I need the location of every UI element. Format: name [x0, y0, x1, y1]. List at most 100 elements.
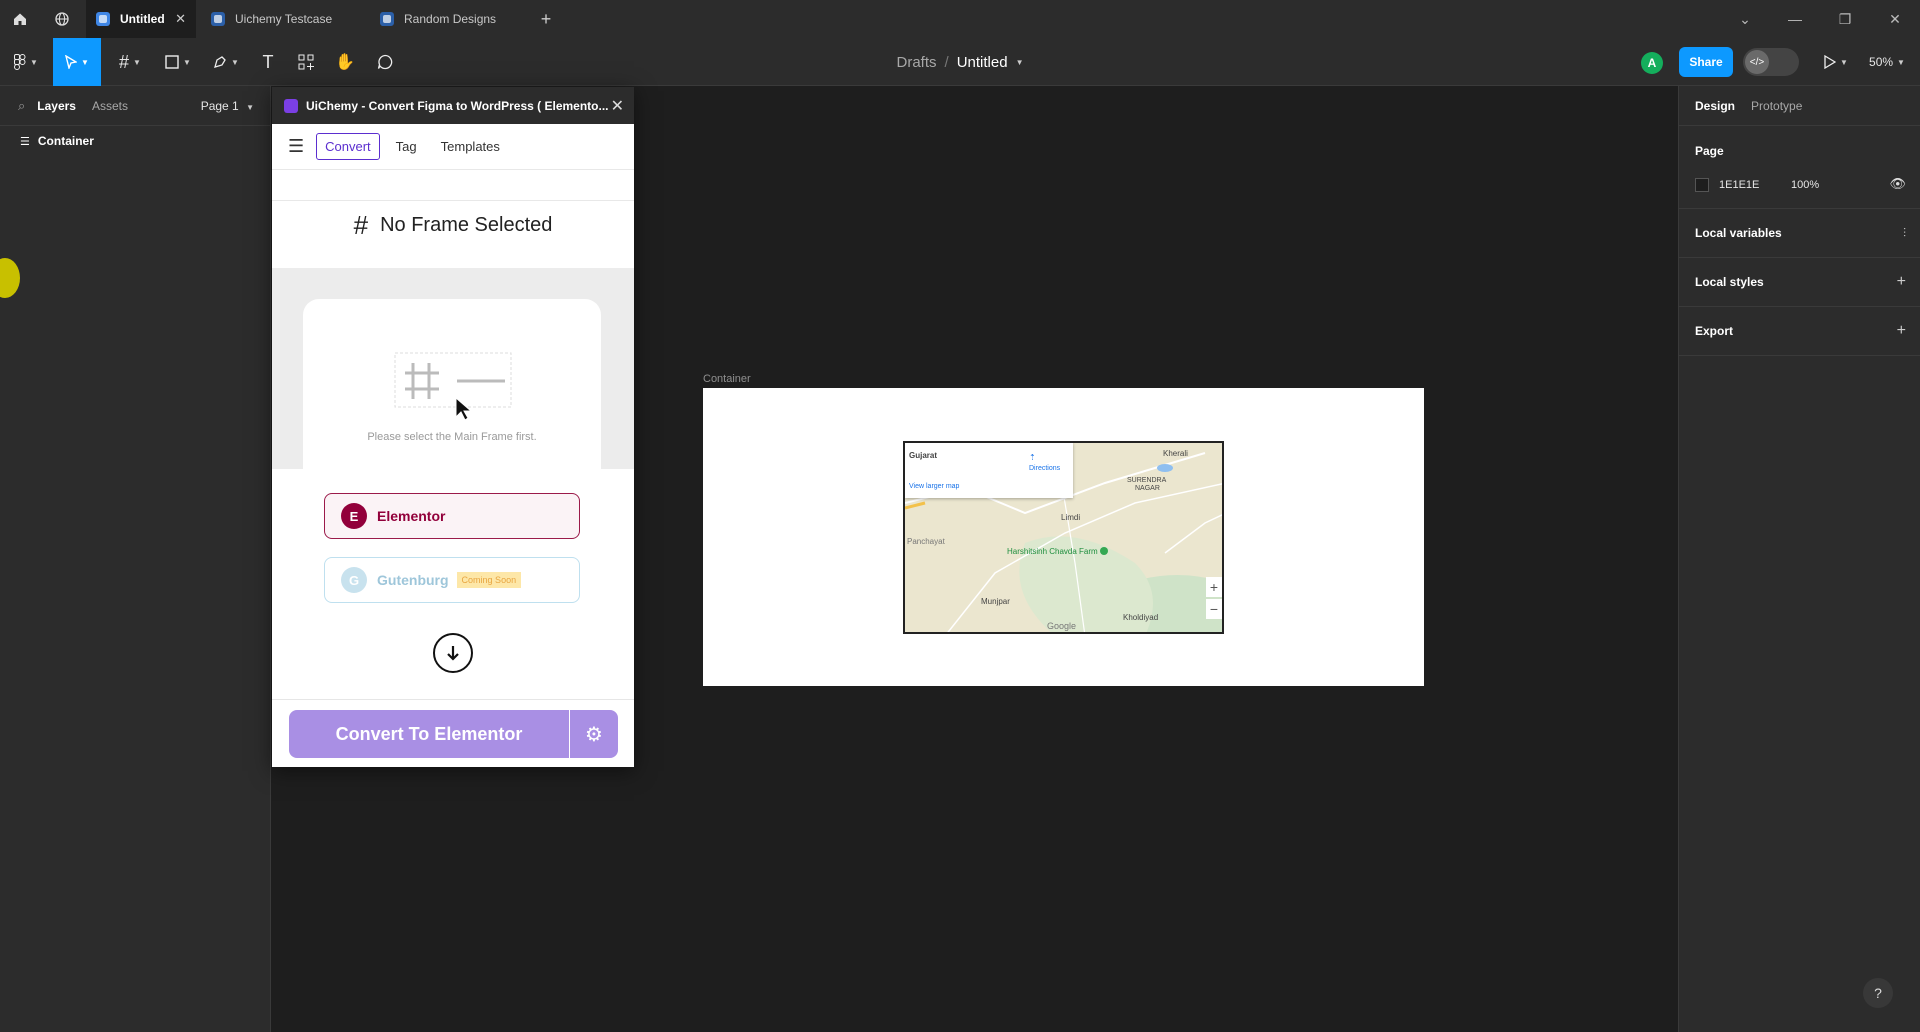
directions-icon[interactable]: ⇡	[1029, 453, 1036, 462]
left-panel-tabs: ⌕ Layers Assets Page 1 ▼	[0, 86, 270, 126]
convert-to-elementor-button[interactable]: Convert To Elementor	[289, 710, 569, 758]
tab-random-designs[interactable]: Random Designs	[370, 0, 530, 38]
chevron-down-icon[interactable]: ▼	[1016, 58, 1024, 67]
rectangle-icon	[165, 55, 179, 69]
view-larger-map-link[interactable]: View larger map	[909, 483, 959, 490]
map-label: Limdi	[1061, 513, 1081, 522]
hamburger-menu-icon[interactable]: ☰	[288, 136, 304, 157]
gear-icon: ⚙	[585, 723, 603, 746]
resources-tool[interactable]	[290, 38, 322, 86]
community-globe-icon[interactable]	[42, 0, 82, 38]
figma-file-icon	[380, 12, 394, 26]
section-title: Local variables	[1695, 226, 1782, 240]
tab-tag[interactable]: Tag	[388, 134, 425, 159]
pen-tool[interactable]: ▼	[206, 38, 246, 86]
hand-icon: ✋	[335, 54, 355, 71]
zoom-selector[interactable]: 50% ▼	[1862, 38, 1912, 86]
arrow-down-icon	[447, 646, 459, 661]
right-panel-tabs: Design Prototype	[1679, 86, 1920, 126]
map-info-card: Gujarat ⇡ Directions View larger map	[905, 443, 1073, 498]
frame-status: # No Frame Selected	[272, 200, 634, 250]
text-t-icon: T	[262, 51, 274, 72]
figma-file-icon	[211, 12, 225, 26]
dev-mode-toggle[interactable]: </>	[1743, 48, 1799, 76]
tab-assets[interactable]: Assets	[92, 99, 128, 113]
map-label: Panchayat	[907, 537, 945, 546]
avatar[interactable]: A	[1641, 52, 1663, 74]
embedded-map[interactable]: Gujarat ⇡ Directions View larger map Khe…	[903, 441, 1224, 634]
directions-link[interactable]: Directions	[1029, 465, 1060, 472]
chevron-down-icon: ▼	[183, 57, 191, 67]
frame-hash-icon: #	[353, 210, 369, 240]
tab-templates[interactable]: Templates	[433, 134, 508, 159]
frame-label[interactable]: Container	[703, 373, 751, 385]
page-opacity[interactable]: 100%	[1791, 179, 1819, 191]
page-color-hex[interactable]: 1E1E1E	[1719, 179, 1759, 191]
close-window-icon[interactable]: ✕	[1870, 0, 1920, 38]
tab-layers[interactable]: Layers	[37, 99, 76, 113]
elementor-button[interactable]: E Elementor	[324, 493, 580, 539]
hand-tool[interactable]: ✋	[328, 38, 362, 86]
tab-untitled[interactable]: Untitled ✕	[86, 0, 196, 38]
restore-icon[interactable]: ❐	[1820, 0, 1870, 38]
chevron-down-icon: ▼	[231, 57, 239, 67]
auto-layout-icon: ☰	[20, 135, 30, 148]
comment-tool[interactable]	[368, 38, 402, 86]
chevron-down-icon: ▼	[246, 102, 254, 112]
scroll-down-button[interactable]	[433, 633, 473, 673]
cursor-arrow-icon	[455, 397, 473, 421]
minimize-icon[interactable]: —	[1770, 0, 1820, 38]
tab-design[interactable]: Design	[1695, 99, 1735, 113]
text-tool[interactable]: T	[252, 38, 284, 86]
plugin-title: UiChemy - Convert Figma to WordPress ( E…	[306, 98, 609, 113]
empty-hint: Please select the Main Frame first.	[367, 431, 537, 443]
page-selector[interactable]: Page 1 ▼	[201, 99, 254, 113]
tab-prototype[interactable]: Prototype	[1751, 99, 1802, 113]
breadcrumb-drafts[interactable]: Drafts	[897, 54, 937, 71]
google-watermark: Google	[1047, 621, 1077, 631]
move-tool[interactable]: ▼	[53, 38, 101, 86]
tab-uichemy-testcase[interactable]: Uichemy Testcase	[201, 0, 371, 38]
tab-label: Random Designs	[404, 12, 497, 26]
settings-button[interactable]: ⚙	[570, 710, 618, 758]
tab-label: Untitled	[120, 12, 165, 26]
plus-icon[interactable]: +	[1897, 322, 1906, 340]
layer-name: Container	[37, 134, 94, 148]
map-zoom-out-button[interactable]: −	[1206, 599, 1222, 619]
chevron-down-icon: ▼	[81, 57, 89, 67]
close-icon[interactable]: ✕	[611, 96, 624, 116]
plugin-footer: Convert To Elementor ⚙	[272, 699, 634, 767]
local-styles-section[interactable]: Local styles +	[1679, 258, 1920, 307]
new-tab-plus-icon[interactable]: +	[526, 0, 566, 38]
chevron-down-icon[interactable]: ⌄	[1720, 0, 1770, 38]
plus-icon[interactable]: +	[1897, 273, 1906, 291]
present-button[interactable]: ▼	[1818, 38, 1854, 86]
frame-hash-icon: #	[119, 51, 130, 72]
eye-icon[interactable]: 👁	[1889, 176, 1906, 192]
tab-convert[interactable]: Convert	[316, 133, 380, 160]
code-brackets-icon: </>	[1745, 50, 1769, 74]
main-menu-button[interactable]: ▼	[8, 38, 44, 86]
home-icon[interactable]	[0, 0, 40, 38]
figma-file-icon	[96, 12, 110, 26]
export-section[interactable]: Export +	[1679, 307, 1920, 356]
close-tab-icon[interactable]: ✕	[175, 11, 186, 27]
play-icon	[1824, 55, 1837, 69]
question-icon: ?	[1874, 985, 1882, 1001]
cursor-arrow-icon	[65, 55, 78, 69]
sliders-icon[interactable]: ⫶	[1903, 226, 1906, 241]
page-heading: Page	[1695, 144, 1724, 158]
page-color-swatch[interactable]	[1695, 178, 1709, 192]
share-button[interactable]: Share	[1679, 47, 1733, 77]
search-icon[interactable]: ⌕	[18, 98, 25, 114]
gutenburg-button[interactable]: G Gutenburg Coming Soon	[324, 557, 580, 603]
zoom-level: 50%	[1869, 55, 1894, 69]
local-variables-section[interactable]: Local variables ⫶	[1679, 209, 1920, 258]
help-button[interactable]: ?	[1863, 978, 1893, 1008]
frame-tool[interactable]: # ▼	[110, 38, 150, 86]
layer-row[interactable]: ☰ Container	[0, 126, 270, 156]
map-label: NAGAR	[1135, 485, 1160, 492]
shape-tool[interactable]: ▼	[158, 38, 198, 86]
breadcrumb-file-name[interactable]: Untitled	[957, 54, 1008, 71]
map-zoom-in-button[interactable]: +	[1206, 577, 1222, 597]
